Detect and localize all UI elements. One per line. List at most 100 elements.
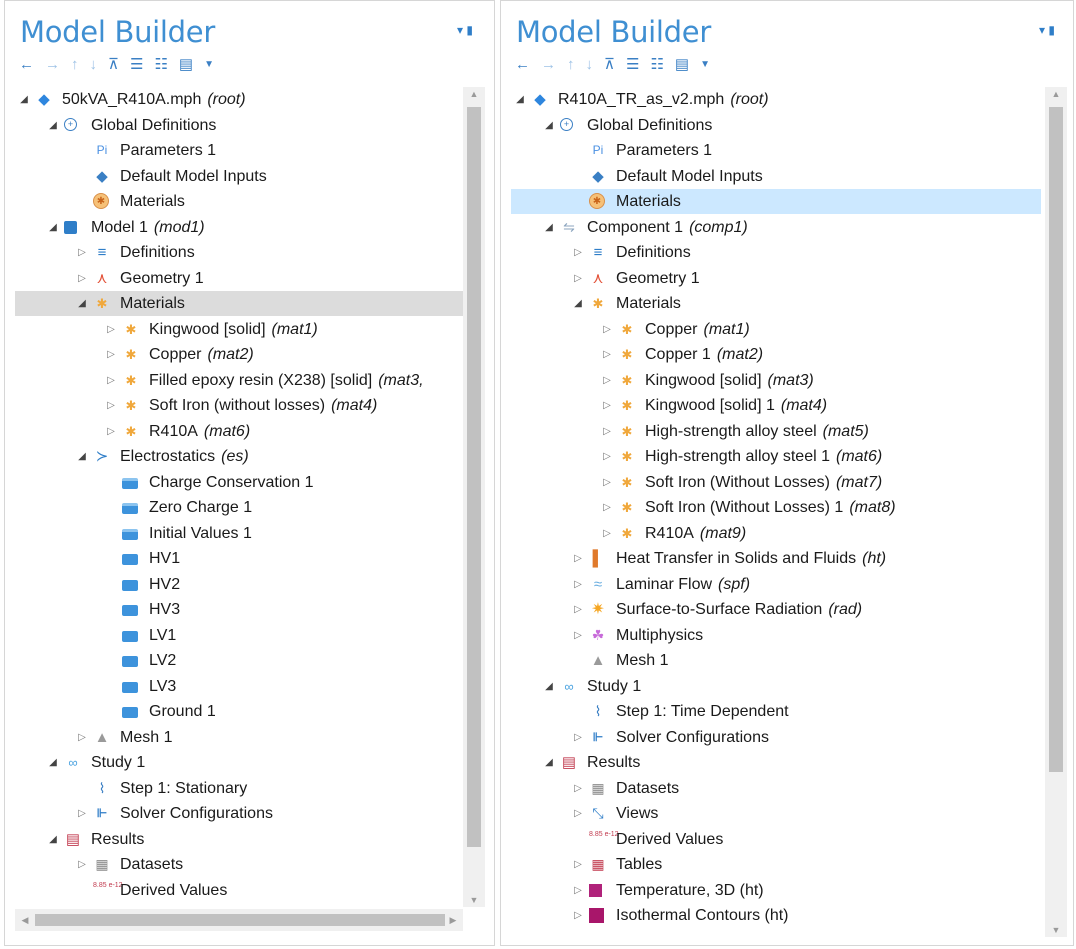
expand-toggle-icon[interactable]: ▷: [572, 240, 584, 265]
expand-toggle-icon[interactable]: ▷: [76, 801, 88, 826]
tree-item[interactable]: ◢ ⇋ Component 1 (comp1): [511, 215, 1041, 240]
tree-item[interactable]: ▷ Isothermal Contours (ht): [511, 903, 1041, 928]
collapse-toggle-icon[interactable]: ◢: [543, 215, 555, 240]
scroll-down-arrow-icon[interactable]: ▼: [1048, 925, 1064, 935]
vertical-scrollbar[interactable]: ▲ ▼: [1045, 87, 1067, 937]
tree-item[interactable]: ◆ Default Model Inputs: [15, 164, 463, 189]
tree-item[interactable]: ◢ ∞ Study 1: [15, 750, 463, 775]
tree-item[interactable]: ◢ ▤ Results: [15, 827, 463, 852]
tree-item[interactable]: ◢ ✱ Materials: [15, 291, 463, 316]
arrow-up-icon[interactable]: ↑: [71, 55, 79, 75]
expand-toggle-icon[interactable]: ▷: [572, 725, 584, 750]
tree-item[interactable]: 8.85 e-12 Derived Values: [15, 878, 463, 903]
expand-toggle-icon[interactable]: ▷: [572, 546, 584, 571]
tree-item[interactable]: ▷ ⋏ Geometry 1: [15, 266, 463, 291]
tree-item[interactable]: ⌇ Step 1: Time Dependent: [511, 699, 1041, 724]
scrollbar-thumb[interactable]: [1049, 107, 1063, 772]
arrow-left-icon[interactable]: ←: [515, 55, 530, 75]
tree-item[interactable]: HV3: [15, 597, 463, 622]
expand-toggle-icon[interactable]: ▷: [601, 444, 613, 469]
expand-toggle-icon[interactable]: ▷: [572, 623, 584, 648]
expand-toggle-icon[interactable]: ▷: [572, 597, 584, 622]
tree-item[interactable]: ◢ ∞ Study 1: [511, 674, 1041, 699]
tree-item[interactable]: ▷ ⊩ Solver Configurations: [15, 801, 463, 826]
tree-item[interactable]: ▷ ✱ Copper (mat1): [511, 317, 1041, 342]
tree-item[interactable]: ▷ ✱ R410A (mat6): [15, 419, 463, 444]
tree-item[interactable]: Pi Parameters 1: [511, 138, 1041, 163]
expand-toggle-icon[interactable]: ▷: [572, 801, 584, 826]
tree-item[interactable]: ▷ ⋏ Geometry 1: [511, 266, 1041, 291]
expand-toggle-icon[interactable]: ▷: [572, 266, 584, 291]
tree-item[interactable]: ⌇ Step 1: Stationary: [15, 776, 463, 801]
tree-item[interactable]: ◢ + Global Definitions: [511, 113, 1041, 138]
collapse-toggle-icon[interactable]: ◢: [47, 827, 59, 852]
tree-item[interactable]: ✱ Materials: [511, 189, 1041, 214]
chevron-down-icon[interactable]: ▼: [204, 55, 214, 75]
tree-item[interactable]: ▷ ▦ Datasets: [15, 852, 463, 877]
expand-toggle-icon[interactable]: ▷: [572, 572, 584, 597]
menu-icon[interactable]: ▤: [179, 55, 193, 75]
tree-item[interactable]: ▷ ✱ Soft Iron (without losses) (mat4): [15, 393, 463, 418]
tree-item[interactable]: ▷ ✱ Copper 1 (mat2): [511, 342, 1041, 367]
collapse-toggle-icon[interactable]: ◢: [543, 750, 555, 775]
arrow-right-icon[interactable]: →: [541, 55, 556, 75]
panel-menu-icon[interactable]: ▾ ▮: [457, 23, 473, 37]
tree-item[interactable]: Charge Conservation 1: [15, 470, 463, 495]
tree-item[interactable]: ▷ ▦ Tables: [511, 852, 1041, 877]
tree-item[interactable]: ▷ ▲ Mesh 1: [15, 725, 463, 750]
scrollbar-thumb[interactable]: [467, 107, 481, 847]
expand-toggle-icon[interactable]: ▷: [572, 878, 584, 903]
tree-item[interactable]: ◆ Default Model Inputs: [511, 164, 1041, 189]
tree-item[interactable]: Zero Charge 1: [15, 495, 463, 520]
show-icon[interactable]: ⊼: [604, 55, 615, 75]
collapse-toggle-icon[interactable]: ◢: [47, 113, 59, 138]
expand-toggle-icon[interactable]: ▷: [601, 470, 613, 495]
arrow-left-icon[interactable]: ←: [19, 55, 34, 75]
expand-toggle-icon[interactable]: ▷: [601, 342, 613, 367]
expand-toggle-icon[interactable]: ▷: [105, 368, 117, 393]
expand-toggle-icon[interactable]: ▷: [601, 495, 613, 520]
tree-item[interactable]: ▷ ✱ Kingwood [solid] (mat1): [15, 317, 463, 342]
tree-item[interactable]: ▷ ✱ Soft Iron (Without Losses) 1 (mat8): [511, 495, 1041, 520]
expand-toggle-icon[interactable]: ▷: [601, 393, 613, 418]
expand-toggle-icon[interactable]: ▷: [572, 903, 584, 928]
tree-item[interactable]: Ground 1: [15, 699, 463, 724]
scroll-left-arrow-icon[interactable]: ◀: [17, 915, 33, 926]
collapse-toggle-icon[interactable]: ◢: [18, 87, 30, 112]
expand-toggle-icon[interactable]: ▷: [105, 393, 117, 418]
collapse-toggle-icon[interactable]: ◢: [514, 87, 526, 112]
tree-item[interactable]: ▷ ⤡ Views: [511, 801, 1041, 826]
scroll-right-arrow-icon[interactable]: ▶: [445, 915, 461, 926]
tree-item[interactable]: LV3: [15, 674, 463, 699]
collapse-toggle-icon[interactable]: ◢: [47, 750, 59, 775]
tree-item[interactable]: ◢ ◆ 50kVA_R410A.mph (root): [15, 87, 463, 112]
expand-toggle-icon[interactable]: ▷: [572, 852, 584, 877]
tree-item[interactable]: ◢ + Global Definitions: [15, 113, 463, 138]
expand-toggle-icon[interactable]: ▷: [601, 521, 613, 546]
vertical-scrollbar[interactable]: ▲ ▼: [463, 87, 485, 907]
tree-item[interactable]: ▷ Temperature, 3D (ht): [511, 878, 1041, 903]
scroll-up-arrow-icon[interactable]: ▲: [1048, 89, 1064, 99]
tree-item[interactable]: ▷ ✷ Surface-to-Surface Radiation (rad): [511, 597, 1041, 622]
tree-item[interactable]: ▷ ≡ Definitions: [511, 240, 1041, 265]
collapse-toggle-icon[interactable]: ◢: [76, 291, 88, 316]
tree-item[interactable]: LV1: [15, 623, 463, 648]
horizontal-scrollbar[interactable]: ◀ ▶: [15, 909, 463, 931]
tree-item[interactable]: ▷ ≈ Laminar Flow (spf): [511, 572, 1041, 597]
scroll-up-arrow-icon[interactable]: ▲: [466, 89, 482, 99]
tree-item[interactable]: ▷ ▌ Heat Transfer in Solids and Fluids (ht): [511, 546, 1041, 571]
collapse-toggle-icon[interactable]: ◢: [76, 444, 88, 469]
tree-item[interactable]: ◢ Model 1 (mod1): [15, 215, 463, 240]
collapse-toggle-icon[interactable]: ◢: [572, 291, 584, 316]
scroll-down-arrow-icon[interactable]: ▼: [466, 895, 482, 905]
expand-toggle-icon[interactable]: ▷: [76, 725, 88, 750]
tree-item[interactable]: ▷ ✱ High-strength alloy steel (mat5): [511, 419, 1041, 444]
tree-item[interactable]: HV1: [15, 546, 463, 571]
tree-item[interactable]: ▷ ⊩ Solver Configurations: [511, 725, 1041, 750]
show-icon[interactable]: ⊼: [108, 55, 119, 75]
expand-toggle-icon[interactable]: ▷: [601, 317, 613, 342]
tree-item[interactable]: ▷ ✱ Kingwood [solid] 1 (mat4): [511, 393, 1041, 418]
tree-item[interactable]: ▷ ▦ Datasets: [511, 776, 1041, 801]
tree-item[interactable]: 8.85 e-12 Derived Values: [511, 827, 1041, 852]
hscrollbar-thumb[interactable]: [35, 914, 445, 926]
